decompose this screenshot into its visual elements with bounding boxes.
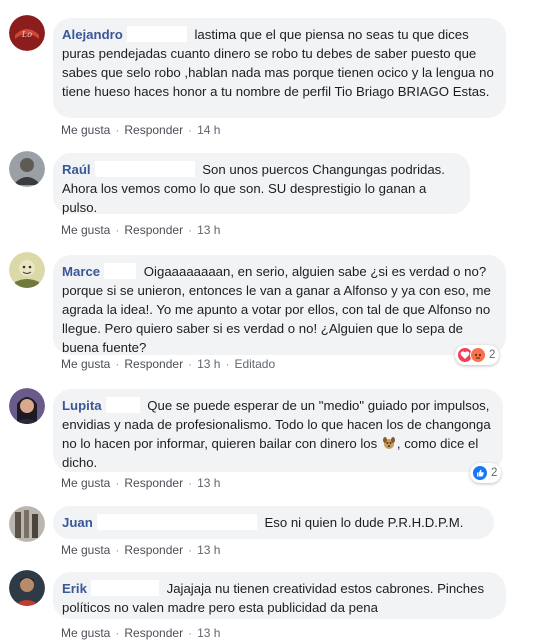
avatar[interactable]: Lo <box>9 15 45 51</box>
avatar[interactable] <box>9 506 45 542</box>
comment-author[interactable]: Lupita <box>62 398 102 413</box>
comment-bubble: Marce Oigaaaaaaaan, en serio, alguien sa… <box>53 255 506 355</box>
edited-label[interactable]: Editado <box>234 357 275 371</box>
avatar[interactable] <box>9 252 45 288</box>
comment-author[interactable]: Erik <box>62 581 87 596</box>
svg-text:Lo: Lo <box>21 30 32 39</box>
reply-link[interactable]: Responder <box>124 357 183 371</box>
like-link[interactable]: Me gusta <box>61 223 110 237</box>
comment-bubble: Juan Eso ni quien lo dude P.R.H.D.P.M. <box>53 506 494 539</box>
comment-actions: Me gusta · Responder · 14 h <box>61 123 221 137</box>
reply-link[interactable]: Responder <box>124 123 183 137</box>
like-link[interactable]: Me gusta <box>61 357 110 371</box>
reaction-count: 2 <box>489 349 496 361</box>
like-reaction-icon <box>472 465 488 481</box>
redacted-name <box>126 26 187 42</box>
comment-bubble: Alejandro lastima que el que piensa no s… <box>53 18 506 118</box>
timestamp[interactable]: 13 h <box>197 626 220 640</box>
like-link[interactable]: Me gusta <box>61 123 110 137</box>
avatar[interactable] <box>9 151 45 187</box>
comment-text: Eso ni quien lo dude P.R.H.D.P.M. <box>264 515 464 530</box>
like-link[interactable]: Me gusta <box>61 626 110 640</box>
dog-emoji-icon <box>381 435 397 451</box>
reply-link[interactable]: Responder <box>124 223 183 237</box>
redacted-name <box>96 514 257 530</box>
timestamp[interactable]: 13 h <box>197 476 220 490</box>
reactions-summary[interactable]: 2 <box>455 345 500 365</box>
redacted-name <box>104 263 137 279</box>
timestamp[interactable]: 14 h <box>197 123 220 137</box>
avatar[interactable] <box>9 570 45 606</box>
comment-bubble: Raúl Son unos puercos Changungas podrida… <box>53 153 470 215</box>
reply-link[interactable]: Responder <box>124 626 183 640</box>
comment-bubble: Lupita Que se puede esperar de un "medio… <box>53 389 503 472</box>
comment-author[interactable]: Juan <box>62 515 93 530</box>
redacted-name <box>90 580 159 596</box>
reaction-count: 2 <box>491 467 498 479</box>
comment-actions: Me gusta · Responder · 13 h <box>61 476 221 490</box>
comment-actions: Me gusta · Responder · 13 h · Editado <box>61 357 276 371</box>
reply-link[interactable]: Responder <box>124 543 183 557</box>
comment-author[interactable]: Raúl <box>62 162 91 177</box>
timestamp[interactable]: 13 h <box>197 223 220 237</box>
like-link[interactable]: Me gusta <box>61 476 110 490</box>
timestamp[interactable]: 13 h <box>197 357 220 371</box>
avatar[interactable] <box>9 388 45 424</box>
redacted-name <box>105 397 140 413</box>
angry-reaction-icon <box>470 347 486 363</box>
comment-actions: Me gusta · Responder · 13 h <box>61 543 221 557</box>
reply-link[interactable]: Responder <box>124 476 183 490</box>
comment-author[interactable]: Alejandro <box>62 27 123 42</box>
comment-actions: Me gusta · Responder · 13 h <box>61 223 221 237</box>
timestamp[interactable]: 13 h <box>197 543 220 557</box>
like-link[interactable]: Me gusta <box>61 543 110 557</box>
reactions-summary[interactable]: 2 <box>470 463 502 483</box>
comment-author[interactable]: Marce <box>62 264 100 279</box>
comment-bubble: Erik Jajajaja nu tienen creatividad esto… <box>53 572 506 619</box>
redacted-name <box>94 161 195 177</box>
comment-actions: Me gusta · Responder · 13 h <box>61 626 221 640</box>
